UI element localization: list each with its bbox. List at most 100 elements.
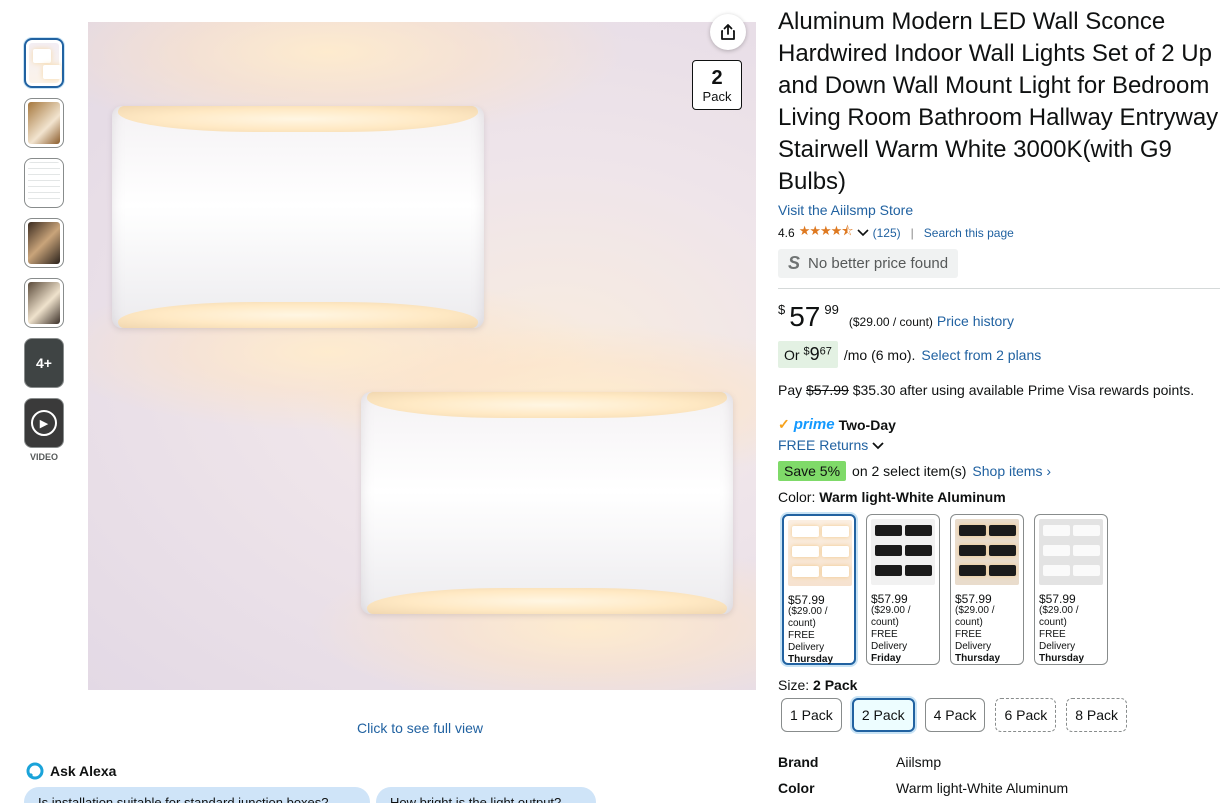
size-option-2-pack[interactable]: 2 Pack: [851, 698, 915, 732]
no-better-price-badge[interactable]: S No better price found: [778, 249, 959, 278]
swatch-delivery-day: Thursday: [955, 653, 1001, 664]
ask-alexa-label: Ask Alexa: [50, 763, 117, 779]
size-label: Size:: [778, 677, 810, 693]
video-thumbnail[interactable]: ▶: [24, 398, 64, 448]
swatch-image: [871, 519, 935, 585]
thumbnail-3[interactable]: [24, 158, 64, 208]
thumbnail-strip: 4+ ▶ VIDEO: [24, 38, 64, 462]
installment-cents: 67: [819, 345, 832, 358]
price-block: $ 57 99 ($29.00 / count) Price history: [778, 301, 1220, 333]
price-currency: $: [778, 302, 786, 317]
pay-strike-price: $57.99: [806, 382, 849, 398]
product-title: Aluminum Modern LED Wall Sconce Hardwire…: [778, 8, 1219, 195]
pay-rest: $35.30 after using available Prime Visa …: [852, 382, 1195, 398]
shop-items-link[interactable]: Shop items ›: [972, 463, 1051, 479]
free-returns[interactable]: FREE Returns: [778, 437, 1220, 453]
color-option-black[interactable]: $57.99 ($29.00 / count) FREE Delivery Fr…: [866, 514, 940, 665]
product-info: Aluminum Modern LED Wall Sconce Hardwire…: [778, 6, 1220, 505]
swatch-per-count: ($29.00 / count): [871, 605, 911, 628]
color-option-black-warm[interactable]: $57.99 ($29.00 / count) FREE Delivery Th…: [950, 514, 1024, 665]
play-icon: ▶: [31, 410, 57, 436]
swatch-price: $57.99: [955, 592, 992, 606]
free-returns-link[interactable]: FREE Returns: [778, 437, 868, 453]
video-label: VIDEO: [29, 452, 58, 462]
pack-badge-label: Pack: [702, 89, 732, 104]
color-label: Color:: [778, 489, 816, 505]
size-label-row: Size: 2 Pack: [778, 677, 857, 693]
installment-amount: 9: [809, 344, 820, 364]
share-button[interactable]: [710, 14, 746, 50]
divider-line: [778, 288, 1220, 289]
spec-value: Aiilsmp: [896, 754, 942, 770]
full-view-link[interactable]: Click to see full view: [357, 720, 483, 736]
thumbnail-5[interactable]: [24, 278, 64, 328]
store-link[interactable]: Visit the Aiilsmp Store: [778, 202, 913, 218]
swatch-per-count: ($29.00 / count): [788, 606, 828, 629]
swatch-image: [955, 519, 1019, 585]
size-options: 1 Pack 2 Pack 4 Pack 6 Pack 8 Pack: [781, 698, 1128, 732]
chevron-down-icon[interactable]: [857, 229, 869, 237]
save-text: on 2 select item(s): [852, 463, 967, 479]
price-fraction: 99: [824, 302, 839, 317]
swatch-delivery-day: Thursday: [1039, 653, 1085, 664]
swatch-delivery-day: Thursday: [788, 654, 834, 665]
price-per-count: ($29.00 / count): [848, 315, 933, 329]
thumbnail-4[interactable]: [24, 218, 64, 268]
swatch-per-count: ($29.00 / count): [1039, 605, 1079, 628]
prime-visa-offer: Pay $57.99 $35.30 after using available …: [778, 382, 1220, 398]
installment-price: Or $967: [778, 341, 838, 368]
alexa-question-chip-2[interactable]: How bright is the light output?: [376, 787, 596, 803]
installment-row: Or $967 /mo (6 mo). Select from 2 plans: [778, 341, 1220, 368]
swatch-delivery: FREE Delivery: [788, 630, 825, 653]
main-product-image[interactable]: [88, 22, 756, 690]
price-whole: 57: [789, 301, 821, 332]
alexa-icon: [26, 762, 44, 780]
sconce-lower: [361, 392, 733, 614]
installment-or: Or: [784, 347, 800, 363]
color-label-row: Color: Warm light-White Aluminum: [778, 489, 1220, 505]
thumbnail-2[interactable]: [24, 98, 64, 148]
share-icon: [721, 24, 735, 40]
price-history-link[interactable]: Price history: [937, 313, 1014, 329]
select-plans-link[interactable]: Select from 2 plans: [921, 347, 1041, 363]
color-option-white-cool[interactable]: $57.99 ($29.00 / count) FREE Delivery Th…: [1034, 514, 1108, 665]
swatch-delivery: FREE Delivery: [871, 629, 908, 652]
prime-logo: prime: [793, 416, 835, 433]
size-option-4-pack[interactable]: 4 Pack: [924, 698, 986, 732]
color-option-warm-white[interactable]: $57.99 ($29.00 / count) FREE Delivery Th…: [782, 514, 856, 665]
more-images-thumbnail[interactable]: 4+: [24, 338, 64, 388]
size-option-1-pack[interactable]: 1 Pack: [781, 698, 842, 732]
ask-alexa-header: Ask Alexa: [26, 762, 116, 780]
alexa-question-chip-1[interactable]: Is installation suitable for standard ju…: [24, 787, 370, 803]
color-swatches: $57.99 ($29.00 / count) FREE Delivery Th…: [782, 514, 1108, 665]
size-option-8-pack[interactable]: 8 Pack: [1066, 698, 1128, 732]
pack-badge: 2 Pack: [692, 60, 742, 110]
more-images-label: 4+: [36, 355, 52, 371]
spec-key: Brand: [778, 754, 819, 770]
swatch-delivery: FREE Delivery: [1039, 629, 1076, 652]
swatch-image: [1039, 519, 1103, 585]
search-page-link[interactable]: Search this page: [924, 226, 1014, 240]
prime-delivery: ✓ prime Two-Day: [778, 416, 1220, 433]
chevron-down-icon[interactable]: [872, 442, 884, 450]
swatch-price: $57.99: [871, 592, 908, 606]
swatch-per-count: ($29.00 / count): [955, 605, 995, 628]
swatch-delivery-day: Friday: [871, 653, 902, 664]
thumbnail-1[interactable]: [24, 38, 64, 88]
star-rating-icon[interactable]: ★★★★⯪: [799, 222, 854, 244]
swatch-delivery: FREE Delivery: [955, 629, 992, 652]
save-promo: Save 5% on 2 select item(s) Shop items ›: [778, 461, 1220, 481]
review-count-link[interactable]: (125): [873, 226, 901, 240]
divider: |: [910, 226, 914, 240]
spec-row: Brand Aiilsmp: [778, 749, 1068, 775]
spec-row: Color Warm light-White Aluminum: [778, 775, 1068, 801]
spec-value: Warm light-White Aluminum: [896, 780, 1069, 796]
swatch-image: [788, 520, 852, 586]
swatch-price: $57.99: [1039, 592, 1076, 606]
sconce-upper: [112, 106, 484, 328]
installment-term: /mo (6 mo).: [843, 346, 916, 363]
size-option-6-pack[interactable]: 6 Pack: [995, 698, 1057, 732]
size-selected: 2 Pack: [813, 677, 858, 693]
prime-speed: Two-Day: [838, 416, 896, 433]
price-tracker-icon: S: [788, 253, 801, 273]
